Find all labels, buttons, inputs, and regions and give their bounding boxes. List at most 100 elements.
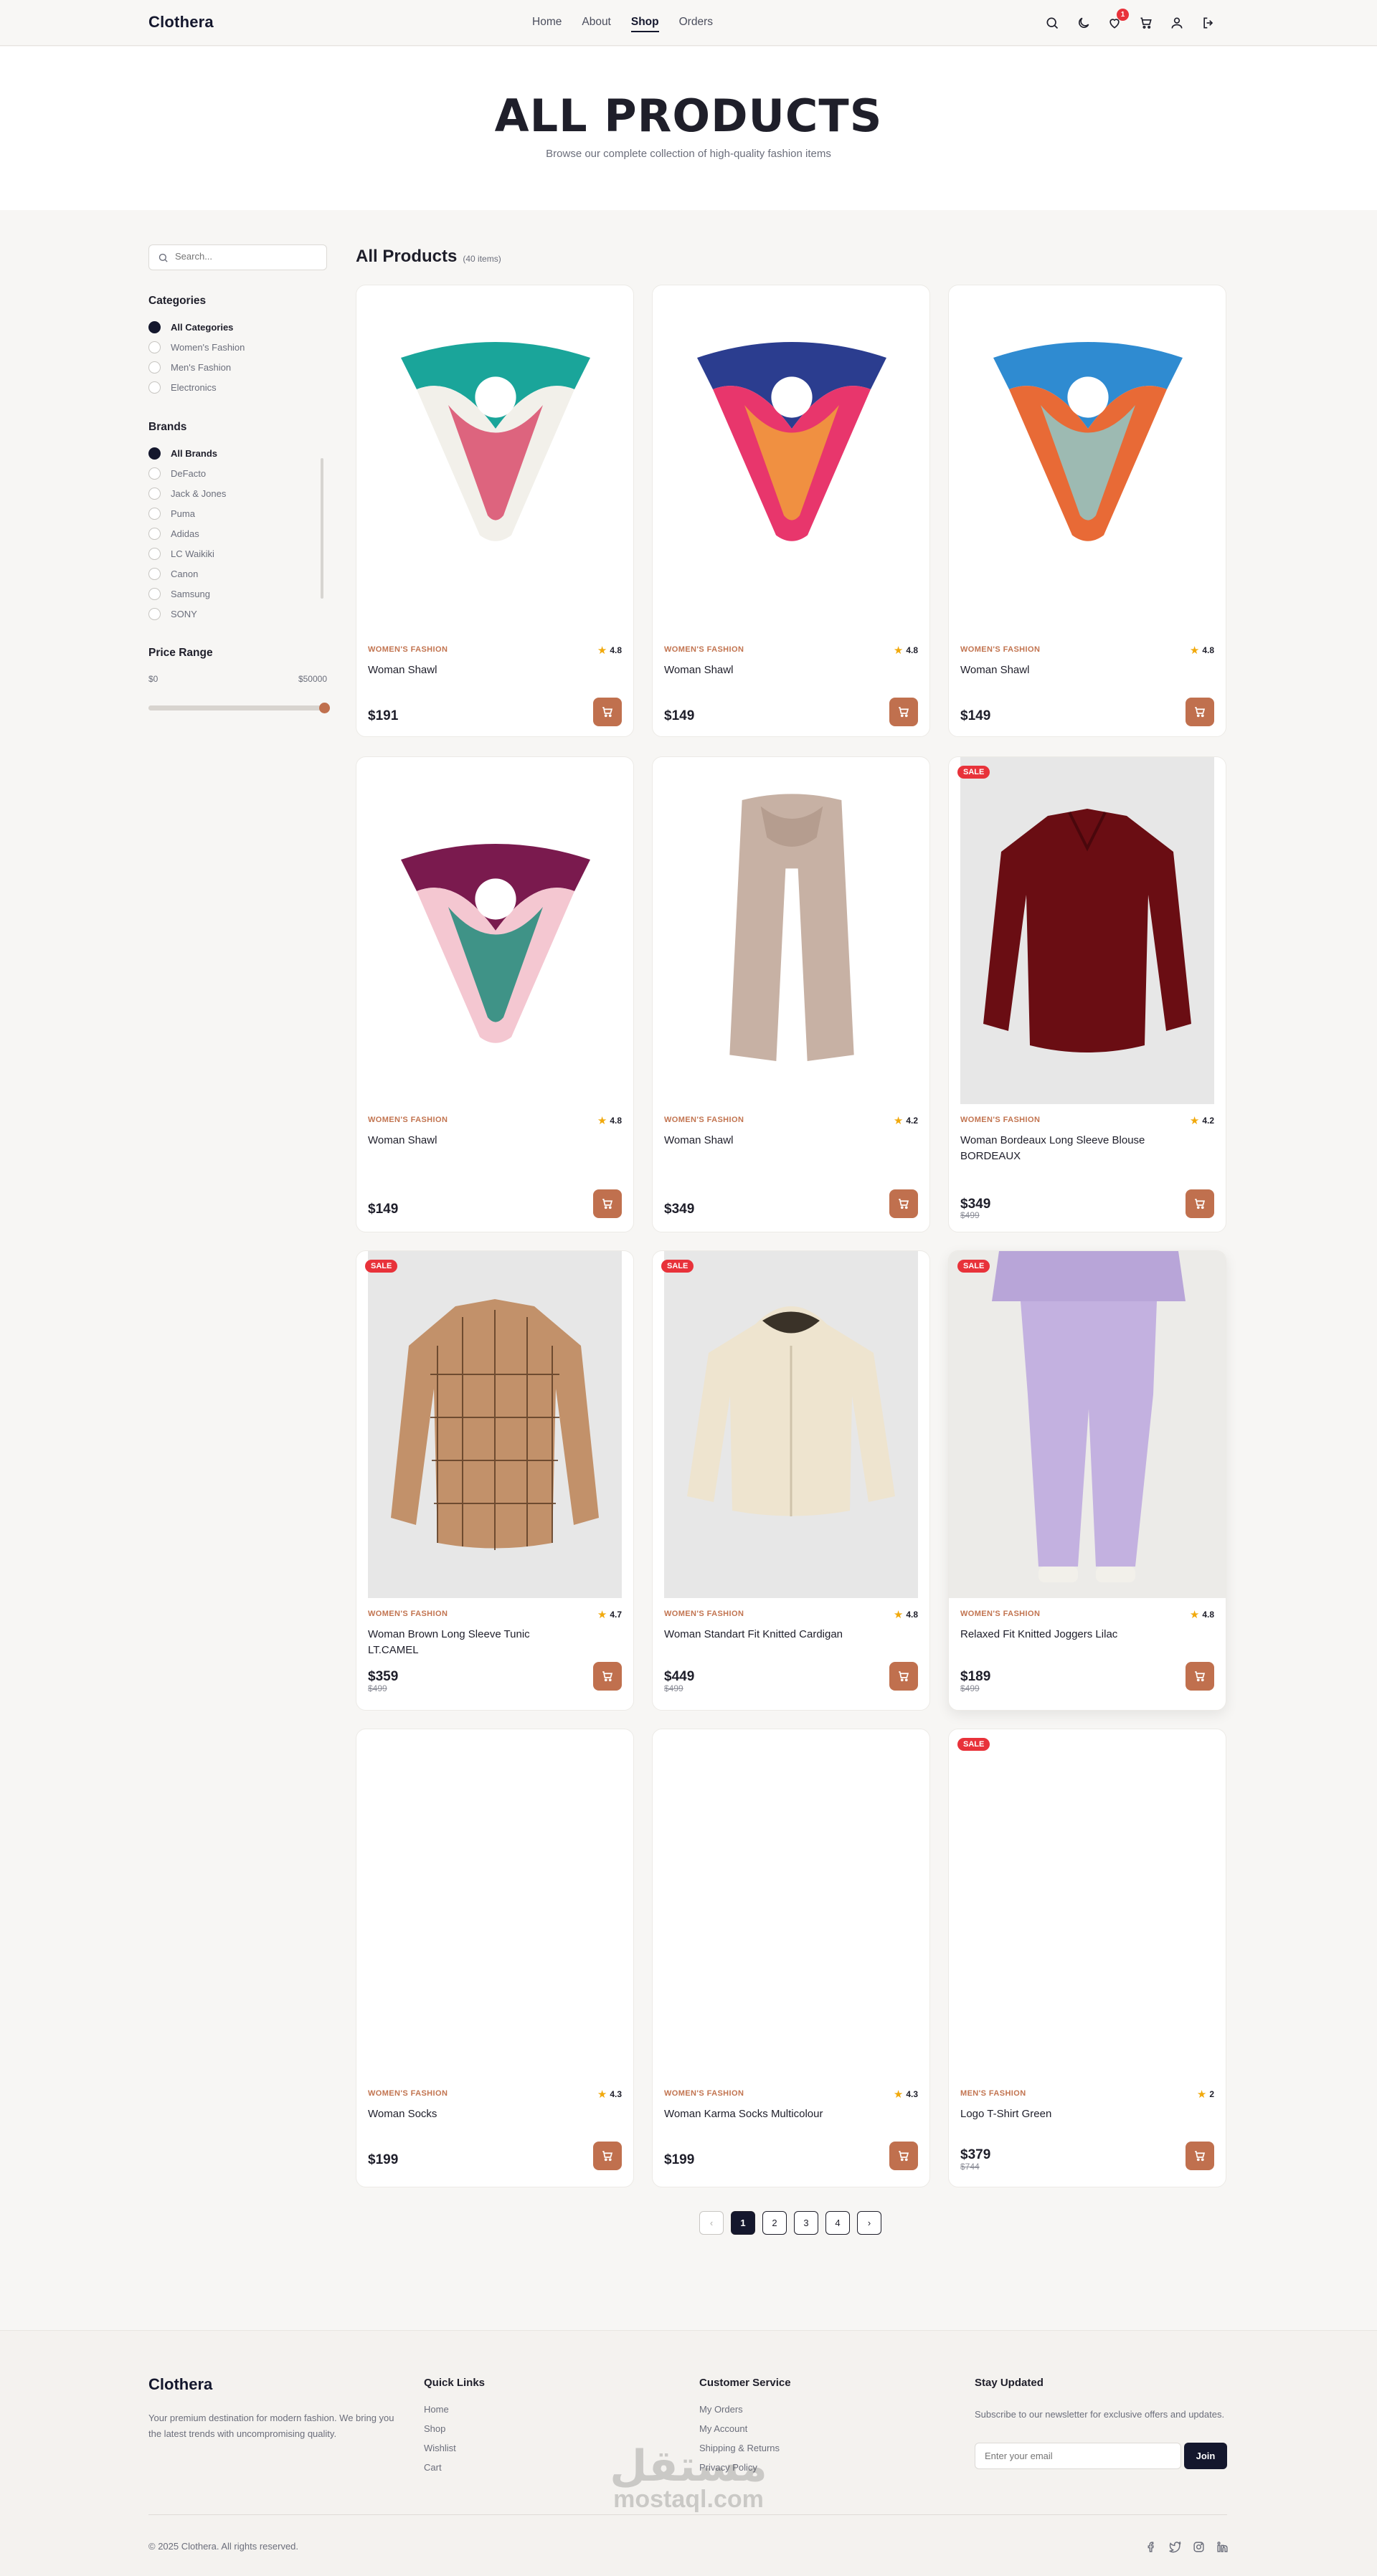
- footer-link-shop[interactable]: Shop: [424, 2423, 485, 2434]
- search-input[interactable]: [175, 251, 318, 262]
- product-name[interactable]: Woman Shawl: [368, 1133, 583, 1149]
- product-name[interactable]: Logo T-Shirt Green: [960, 2106, 1175, 2122]
- product-card[interactable]: SALE WOMEN'S FASHION ★ 4.2 Woman Bordeaux Lo…: [948, 756, 1226, 1232]
- product-card[interactable]: WOMEN'S FASHION ★ 4.8 Woman Shawl $149: [652, 285, 930, 737]
- product-name[interactable]: Woman Shawl: [664, 1133, 879, 1149]
- product-card[interactable]: SALE WOMEN'S FASHION ★ 4.7 Woman Brown Long …: [356, 1250, 634, 1711]
- wishlist-heart-icon[interactable]: 1: [1106, 9, 1129, 32]
- instagram-icon[interactable]: [1191, 2539, 1206, 2554]
- logo[interactable]: Clothera: [148, 13, 214, 32]
- footer-link-home[interactable]: Home: [424, 2404, 485, 2415]
- footer-link-my-orders[interactable]: My Orders: [699, 2404, 791, 2415]
- product-name[interactable]: Woman Socks: [368, 2106, 583, 2122]
- product-image[interactable]: [653, 1729, 929, 2073]
- product-image[interactable]: [949, 285, 1226, 572]
- product-name[interactable]: Woman Standart Fit Knitted Cardigan: [664, 1627, 879, 1643]
- footer-link-wishlist[interactable]: Wishlist: [424, 2443, 485, 2453]
- nav-shop[interactable]: Shop: [630, 16, 659, 32]
- product-name[interactable]: Relaxed Fit Knitted Joggers Lilac: [960, 1627, 1175, 1643]
- radio-icon: [148, 321, 161, 333]
- product-image[interactable]: [949, 1729, 1226, 2073]
- product-card[interactable]: SALE MEN'S FASHION ★ 2 Logo T-Shirt Green $37…: [948, 1729, 1226, 2187]
- product-card[interactable]: SALE WOMEN'S FASHION ★ 4.8 Relaxed Fit Knitt…: [948, 1250, 1226, 1711]
- dark-mode-moon-icon[interactable]: [1075, 14, 1092, 32]
- brand-samsung[interactable]: Samsung: [148, 588, 210, 600]
- add-to-cart-button[interactable]: [889, 1662, 918, 1691]
- brand-puma[interactable]: Puma: [148, 508, 195, 520]
- add-to-cart-button[interactable]: [1186, 2142, 1214, 2170]
- add-to-cart-button[interactable]: [593, 1662, 622, 1691]
- nav-orders[interactable]: Orders: [679, 16, 713, 32]
- product-image[interactable]: [664, 1251, 918, 1598]
- add-to-cart-button[interactable]: [1186, 1662, 1214, 1691]
- product-name[interactable]: Woman Shawl: [664, 662, 879, 678]
- brand-all[interactable]: All Brands: [148, 447, 217, 460]
- page-1-button[interactable]: 1: [731, 2211, 755, 2235]
- add-to-cart-button[interactable]: [593, 2142, 622, 2170]
- footer-link-cart[interactable]: Cart: [424, 2462, 485, 2473]
- product-name[interactable]: Woman Shawl: [368, 662, 583, 678]
- product-image[interactable]: [949, 1251, 1226, 1598]
- twitter-icon[interactable]: [1168, 2539, 1182, 2554]
- product-image[interactable]: [356, 1729, 633, 2073]
- product-name[interactable]: Woman Karma Socks Multicolour: [664, 2106, 879, 2122]
- newsletter-email-input[interactable]: [985, 2451, 1171, 2461]
- price-range-slider[interactable]: [148, 703, 330, 713]
- category-mens-fashion[interactable]: Men's Fashion: [148, 361, 231, 374]
- add-to-cart-button[interactable]: [1186, 1189, 1214, 1218]
- brand-label: Canon: [171, 569, 199, 579]
- search-icon[interactable]: [1044, 14, 1061, 32]
- product-name[interactable]: Woman Brown Long Sleeve Tunic LT.CAMEL: [368, 1627, 583, 1658]
- linkedin-icon[interactable]: [1215, 2539, 1229, 2554]
- product-image[interactable]: [653, 285, 929, 572]
- add-to-cart-button[interactable]: [889, 1189, 918, 1218]
- product-image[interactable]: [960, 757, 1214, 1104]
- facebook-icon[interactable]: [1144, 2539, 1158, 2554]
- brand-lc-waikiki[interactable]: LC Waikiki: [148, 548, 214, 560]
- user-icon[interactable]: [1168, 14, 1186, 32]
- price-range-handle[interactable]: [319, 703, 330, 713]
- product-card[interactable]: WOMEN'S FASHION ★ 4.3 Woman Karma Socks Mul…: [652, 1729, 930, 2187]
- add-to-cart-button[interactable]: [593, 1189, 622, 1218]
- product-price: $191: [368, 708, 399, 723]
- brand-defacto[interactable]: DeFacto: [148, 467, 206, 480]
- next-page-button[interactable]: ›: [857, 2211, 881, 2235]
- add-to-cart-button[interactable]: [593, 698, 622, 726]
- product-card[interactable]: WOMEN'S FASHION ★ 4.8 Woman Shawl $191: [356, 285, 634, 737]
- add-to-cart-button[interactable]: [889, 698, 918, 726]
- brand-canon[interactable]: Canon: [148, 568, 198, 580]
- brand-adidas[interactable]: Adidas: [148, 528, 199, 540]
- brand-sony[interactable]: SONY: [148, 608, 197, 620]
- product-rating: ★ 4.8: [894, 1608, 918, 1621]
- nav-about[interactable]: About: [582, 16, 611, 32]
- logout-icon[interactable]: [1200, 14, 1217, 32]
- newsletter-join-button[interactable]: Join: [1184, 2443, 1227, 2469]
- category-all[interactable]: All Categories: [148, 321, 233, 333]
- cart-icon[interactable]: [1137, 14, 1155, 32]
- category-womens-fashion[interactable]: Women's Fashion: [148, 341, 245, 353]
- product-name[interactable]: Woman Shawl: [960, 662, 1175, 678]
- product-card[interactable]: WOMEN'S FASHION ★ 4.3 Woman Socks $199: [356, 1729, 634, 2187]
- product-image[interactable]: [356, 757, 633, 1104]
- footer-logo[interactable]: Clothera: [148, 2375, 212, 2394]
- product-image[interactable]: [368, 1251, 622, 1598]
- product-card[interactable]: SALE WOMEN'S FASHION ★ 4.8 Woman Standart Fi…: [652, 1250, 930, 1711]
- footer-link-my-account[interactable]: My Account: [699, 2423, 791, 2434]
- product-card[interactable]: WOMEN'S FASHION ★ 4.8 Woman Shawl $149: [948, 285, 1226, 737]
- product-card[interactable]: WOMEN'S FASHION ★ 4.8 Woman Shawl $149: [356, 756, 634, 1232]
- brand-jack-jones[interactable]: Jack & Jones: [148, 488, 226, 500]
- nav-home[interactable]: Home: [532, 16, 562, 32]
- page-3-button[interactable]: 3: [794, 2211, 818, 2235]
- prev-page-button[interactable]: ‹: [699, 2211, 724, 2235]
- page-4-button[interactable]: 4: [825, 2211, 850, 2235]
- page-2-button[interactable]: 2: [762, 2211, 787, 2235]
- add-to-cart-button[interactable]: [889, 2142, 918, 2170]
- product-card[interactable]: WOMEN'S FASHION ★ 4.2 Woman Shawl $349: [652, 756, 930, 1232]
- product-category: WOMEN'S FASHION: [368, 1116, 448, 1124]
- product-image[interactable]: [653, 757, 929, 1104]
- category-electronics[interactable]: Electronics: [148, 381, 217, 394]
- brands-scrollbar[interactable]: [321, 458, 323, 599]
- product-name[interactable]: Woman Bordeaux Long Sleeve Blouse BORDEA…: [960, 1133, 1175, 1164]
- product-image[interactable]: [356, 285, 633, 572]
- add-to-cart-button[interactable]: [1186, 698, 1214, 726]
